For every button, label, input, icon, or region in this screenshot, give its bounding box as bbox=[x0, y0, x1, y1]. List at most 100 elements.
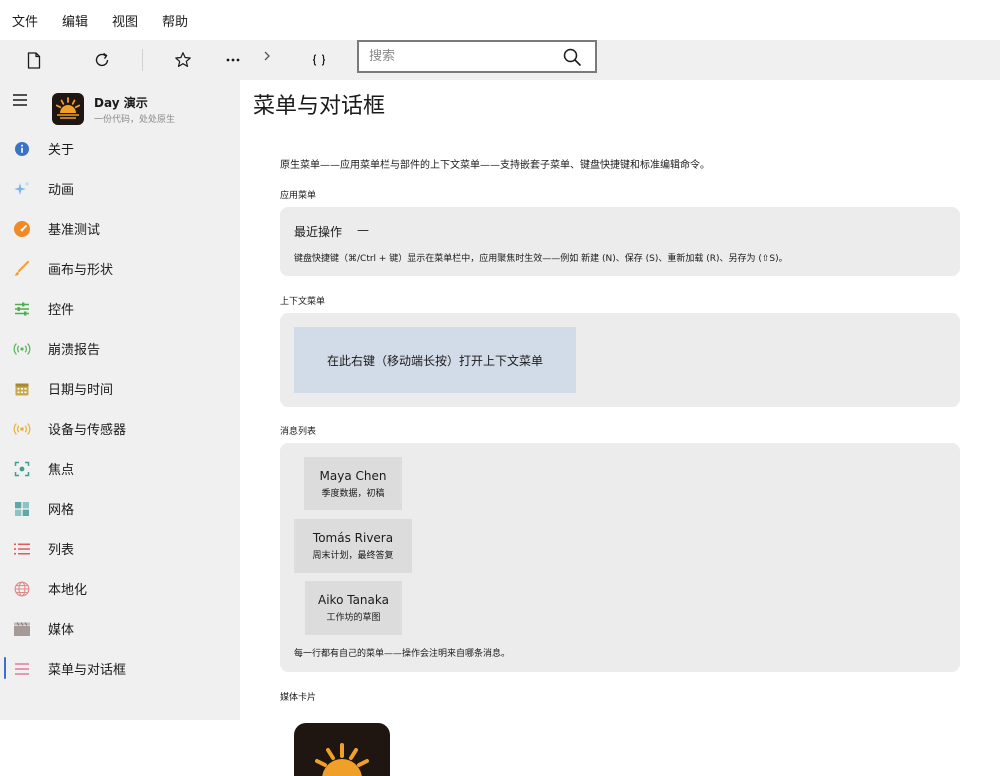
favorite-button[interactable] bbox=[169, 48, 197, 72]
sidebar-item-label: 动画 bbox=[48, 183, 75, 198]
menu-help[interactable]: 帮助 bbox=[162, 11, 188, 30]
grid-icon bbox=[13, 500, 31, 518]
sidebar-item-animation[interactable]: 动画 bbox=[0, 168, 240, 208]
list-icon bbox=[13, 540, 31, 558]
globe-icon bbox=[13, 580, 31, 598]
message-subject: 季度数据，初稿 bbox=[321, 488, 385, 499]
clapper-icon bbox=[13, 620, 31, 638]
more-button[interactable] bbox=[219, 48, 247, 72]
sidebar-item-label: 列表 bbox=[48, 543, 75, 558]
media-section-label: 媒体卡片 bbox=[280, 693, 317, 703]
sidebar-item-label: 画布与形状 bbox=[48, 263, 114, 278]
focus-icon bbox=[13, 460, 31, 478]
recent-action-value: — bbox=[357, 223, 369, 237]
sidebar-item-focus[interactable]: 焦点 bbox=[0, 448, 240, 488]
sun-logo-icon bbox=[52, 93, 84, 125]
sidebar-item-label: 网格 bbox=[48, 503, 75, 518]
menu-bar: 文件 编辑 视图 帮助 bbox=[0, 0, 1000, 40]
sidebar-item-label: 焦点 bbox=[48, 463, 75, 478]
hamburger-menu-button[interactable] bbox=[10, 92, 30, 108]
app-window: 文件 编辑 视图 帮助 搜索 Day 演示 一份代码，处处原生 关于 动画 基准… bbox=[0, 0, 1000, 776]
message-sender: Tomás Rivera bbox=[312, 531, 394, 545]
sidebar-item-controls[interactable]: 控件 bbox=[0, 288, 240, 328]
broadcast-icon bbox=[13, 340, 31, 358]
sidebar-item-sensors[interactable]: 设备与传感器 bbox=[0, 408, 240, 448]
messages-section-label: 消息列表 bbox=[280, 427, 317, 437]
main-content: 菜单与对话框 原生菜单——应用菜单栏与部件的上下文菜单——支持嵌套子菜单、键盘快… bbox=[240, 80, 1000, 720]
menu-edit[interactable]: 编辑 bbox=[62, 11, 88, 30]
sidebar-item-benchmark[interactable]: 基准测试 bbox=[0, 208, 240, 248]
search-input[interactable] bbox=[359, 42, 555, 71]
sidebar-item-label: 崩溃报告 bbox=[48, 343, 101, 358]
sidebar-item-crash-report[interactable]: 崩溃报告 bbox=[0, 328, 240, 368]
sidebar-item-label: 控件 bbox=[48, 303, 75, 318]
app-menu-card: 最近操作 — 键盘快捷键（⌘/Ctrl + 键）显示在菜单栏中，应用聚焦时生效—… bbox=[280, 207, 960, 276]
refresh-icon bbox=[95, 52, 109, 67]
app-logo bbox=[52, 93, 84, 125]
message-item[interactable]: Aiko Tanaka 工作坊的草图 bbox=[305, 581, 402, 635]
sidebar-item-about[interactable]: 关于 bbox=[0, 128, 240, 168]
page-title: 菜单与对话框 bbox=[253, 94, 386, 119]
sidebar-item-label: 设备与传感器 bbox=[48, 423, 127, 438]
search-box bbox=[357, 40, 597, 73]
sidebar-item-label: 媒体 bbox=[48, 623, 75, 638]
calendar-icon bbox=[13, 380, 31, 398]
recent-action-label: 最近操作 bbox=[294, 225, 343, 239]
messages-card: Maya Chen 季度数据，初稿 Tomás Rivera 周末计划，最终答复… bbox=[280, 443, 960, 672]
context-menu-target[interactable]: 在此右键（移动端长按）打开上下文菜单 bbox=[294, 327, 576, 393]
app-tagline: 一份代码，处处原生 bbox=[94, 115, 176, 125]
new-document-button[interactable] bbox=[20, 48, 48, 72]
toolbar-separator bbox=[142, 49, 143, 71]
intro-text: 原生菜单——应用菜单栏与部件的上下文菜单——支持嵌套子菜单、键盘快捷键和标准编辑… bbox=[280, 160, 710, 171]
app-name: Day 演示 bbox=[94, 96, 148, 110]
sidebar-item-menus-dialogs[interactable]: 菜单与对话框 bbox=[0, 648, 240, 688]
sensor-icon bbox=[13, 420, 31, 438]
sliders-icon bbox=[13, 300, 31, 318]
menu-view[interactable]: 视图 bbox=[112, 11, 138, 30]
braces-icon bbox=[312, 54, 326, 66]
ellipsis-icon bbox=[226, 58, 240, 62]
code-button[interactable] bbox=[305, 48, 333, 72]
message-item[interactable]: Maya Chen 季度数据，初稿 bbox=[304, 457, 402, 510]
sidebar-item-grid[interactable]: 网格 bbox=[0, 488, 240, 528]
sidebar-item-canvas[interactable]: 画布与形状 bbox=[0, 248, 240, 288]
sun-logo-icon bbox=[294, 723, 390, 776]
reload-button[interactable] bbox=[88, 48, 116, 72]
brush-icon bbox=[13, 260, 31, 278]
sidebar-item-media[interactable]: 媒体 bbox=[0, 608, 240, 648]
toolbar bbox=[0, 40, 1000, 80]
menu-file[interactable]: 文件 bbox=[12, 11, 38, 30]
message-item[interactable]: Tomás Rivera 周末计划，最终答复 bbox=[294, 519, 412, 573]
sidebar-nav: 关于 动画 基准测试 画布与形状 控件 崩溃报告 日期与时间 设备与传感器 焦点… bbox=[0, 128, 240, 688]
sidebar-item-list[interactable]: 列表 bbox=[0, 528, 240, 568]
message-subject: 工作坊的草图 bbox=[326, 613, 381, 623]
gauge-icon bbox=[13, 220, 31, 238]
sidebar-item-label: 日期与时间 bbox=[48, 383, 114, 398]
search-icon bbox=[563, 48, 581, 66]
star-icon bbox=[175, 52, 191, 67]
sidebar-item-label: 本地化 bbox=[48, 583, 88, 598]
messages-footnote: 每一行都有自己的菜单——操作会注明来自哪条消息。 bbox=[294, 649, 511, 659]
overflow-chevron-button[interactable] bbox=[253, 44, 281, 68]
document-icon bbox=[27, 51, 41, 69]
context-menu-section-label: 上下文菜单 bbox=[280, 297, 326, 307]
bottom-area bbox=[0, 720, 1000, 776]
sidebar-item-datetime[interactable]: 日期与时间 bbox=[0, 368, 240, 408]
message-sender: Maya Chen bbox=[319, 468, 387, 483]
search-button[interactable] bbox=[555, 42, 589, 71]
sidebar-item-label: 关于 bbox=[48, 143, 75, 158]
context-menu-card: 在此右键（移动端长按）打开上下文菜单 bbox=[280, 313, 960, 407]
info-icon bbox=[13, 140, 31, 158]
shortcut-note: 键盘快捷键（⌘/Ctrl + 键）显示在菜单栏中，应用聚焦时生效——例如 新建 … bbox=[294, 254, 788, 264]
menu-icon bbox=[13, 660, 31, 678]
media-card-image[interactable] bbox=[294, 723, 390, 776]
sidebar-item-label: 菜单与对话框 bbox=[48, 663, 127, 678]
app-menu-section-label: 应用菜单 bbox=[280, 191, 317, 201]
chevron-right-icon bbox=[264, 51, 270, 61]
sidebar-item-localization[interactable]: 本地化 bbox=[0, 568, 240, 608]
sidebar: Day 演示 一份代码，处处原生 关于 动画 基准测试 画布与形状 控件 崩溃报… bbox=[0, 80, 240, 720]
message-sender: Aiko Tanaka bbox=[318, 593, 389, 607]
message-subject: 周末计划，最终答复 bbox=[312, 551, 394, 561]
hamburger-icon bbox=[13, 94, 27, 106]
sparkle-icon bbox=[13, 180, 31, 198]
